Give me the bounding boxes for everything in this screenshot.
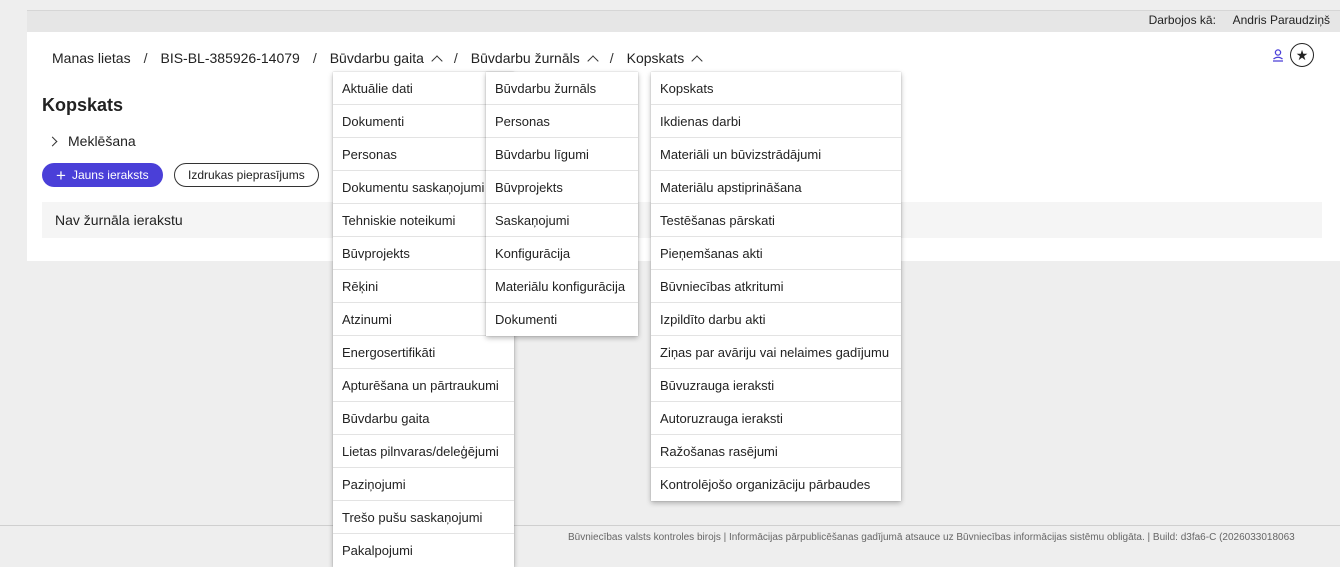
menu-item[interactable]: Paziņojumi [333, 468, 514, 501]
breadcrumb-label: Būvdarbu žurnāls [470, 50, 580, 66]
menu-item[interactable]: Būvuzrauga ieraksti [651, 369, 901, 402]
menu-item[interactable]: Personas [486, 105, 638, 138]
menu-item[interactable]: Materiāli un būvizstrādājumi [651, 138, 901, 171]
menu-item[interactable]: Autoruzrauga ieraksti [651, 402, 901, 435]
user-name[interactable]: Andris Paraudziņš [1233, 13, 1330, 27]
breadcrumb-separator: / [312, 50, 317, 66]
construction-journal-menu: Būvdarbu žurnāls Personas Būvdarbu līgum… [486, 72, 638, 336]
chevron-up-icon [691, 54, 703, 67]
page-title: Kopskats [42, 95, 124, 115]
menu-item[interactable]: Ziņas par avāriju vai nelaimes gadījumu [651, 336, 901, 369]
menu-item[interactable]: Materiālu apstiprināšana [651, 171, 901, 204]
menu-item[interactable]: Pieņemšanas akti [651, 237, 901, 270]
new-entry-label: Jauns ieraksts [71, 168, 149, 182]
breadcrumb-overview[interactable]: Kopskats [626, 50, 703, 67]
menu-item[interactable]: Testēšanas pārskati [651, 204, 901, 237]
footer-divider [0, 525, 1340, 526]
chevron-up-icon [431, 54, 443, 67]
person-icon[interactable] [1271, 48, 1285, 62]
breadcrumb-separator: / [143, 50, 148, 66]
favorite-button[interactable]: ★ [1290, 43, 1314, 67]
plus-icon: + [56, 165, 66, 185]
user-info: Darbojos kā: Andris Paraudziņš [1149, 13, 1330, 27]
menu-item[interactable]: Būvdarbu līgumi [486, 138, 638, 171]
breadcrumb-label: Būvdarbu gaita [329, 50, 424, 66]
acting-as-label: Darbojos kā: [1148, 13, 1216, 27]
menu-item[interactable]: Ražošanas rasējumi [651, 435, 901, 468]
print-request-button[interactable]: Izdrukas pieprasījums [174, 163, 319, 187]
new-entry-button[interactable]: + Jauns ieraksts [42, 163, 163, 187]
menu-item[interactable]: Ikdienas darbi [651, 105, 901, 138]
footer-text: Būvniecības valsts kontroles birojs | In… [568, 532, 1295, 543]
breadcrumb-separator: / [609, 50, 614, 66]
search-label: Meklēšana [68, 133, 136, 149]
menu-item[interactable]: Kopskats [651, 72, 901, 105]
menu-item[interactable]: Energosertifikāti [333, 336, 514, 369]
chevron-up-icon [587, 54, 599, 67]
star-icon: ★ [1295, 46, 1309, 63]
menu-item[interactable]: Pakalpojumi [333, 534, 514, 567]
menu-item[interactable]: Būvniecības atkritumi [651, 270, 901, 303]
menu-item[interactable]: Konfigurācija [486, 237, 638, 270]
top-bar [27, 10, 1340, 33]
breadcrumb-my-cases[interactable]: Manas lietas [52, 50, 131, 66]
menu-item[interactable]: Trešo pušu saskaņojumi [333, 501, 514, 534]
breadcrumb-label: Kopskats [626, 50, 685, 66]
header-icons: ★ [1271, 43, 1314, 67]
overview-menu: Kopskats Ikdienas darbi Materiāli un būv… [651, 72, 901, 501]
menu-item[interactable]: Lietas pilnvaras/deleģējumi [333, 435, 514, 468]
menu-item[interactable]: Kontrolējošo organizāciju pārbaudes [651, 468, 901, 501]
breadcrumb-construction-progress[interactable]: Būvdarbu gaita [329, 50, 443, 67]
menu-item[interactable]: Apturēšana un pārtraukumi [333, 369, 514, 402]
menu-item[interactable]: Izpildīto darbu akti [651, 303, 901, 336]
menu-item[interactable]: Materiālu konfigurācija [486, 270, 638, 303]
chevron-right-icon [47, 136, 58, 146]
menu-item[interactable]: Būvdarbu gaita [333, 402, 514, 435]
breadcrumb: Manas lietas / BIS-BL-385926-14079 / Būv… [52, 46, 703, 70]
search-toggle[interactable]: Meklēšana [47, 133, 136, 149]
menu-item[interactable]: Būvprojekts [486, 171, 638, 204]
breadcrumb-case-number[interactable]: BIS-BL-385926-14079 [160, 50, 299, 66]
menu-item[interactable]: Būvdarbu žurnāls [486, 72, 638, 105]
menu-item[interactable]: Dokumenti [486, 303, 638, 336]
breadcrumb-separator: / [453, 50, 458, 66]
breadcrumb-construction-journal[interactable]: Būvdarbu žurnāls [470, 50, 599, 67]
menu-item[interactable]: Saskaņojumi [486, 204, 638, 237]
